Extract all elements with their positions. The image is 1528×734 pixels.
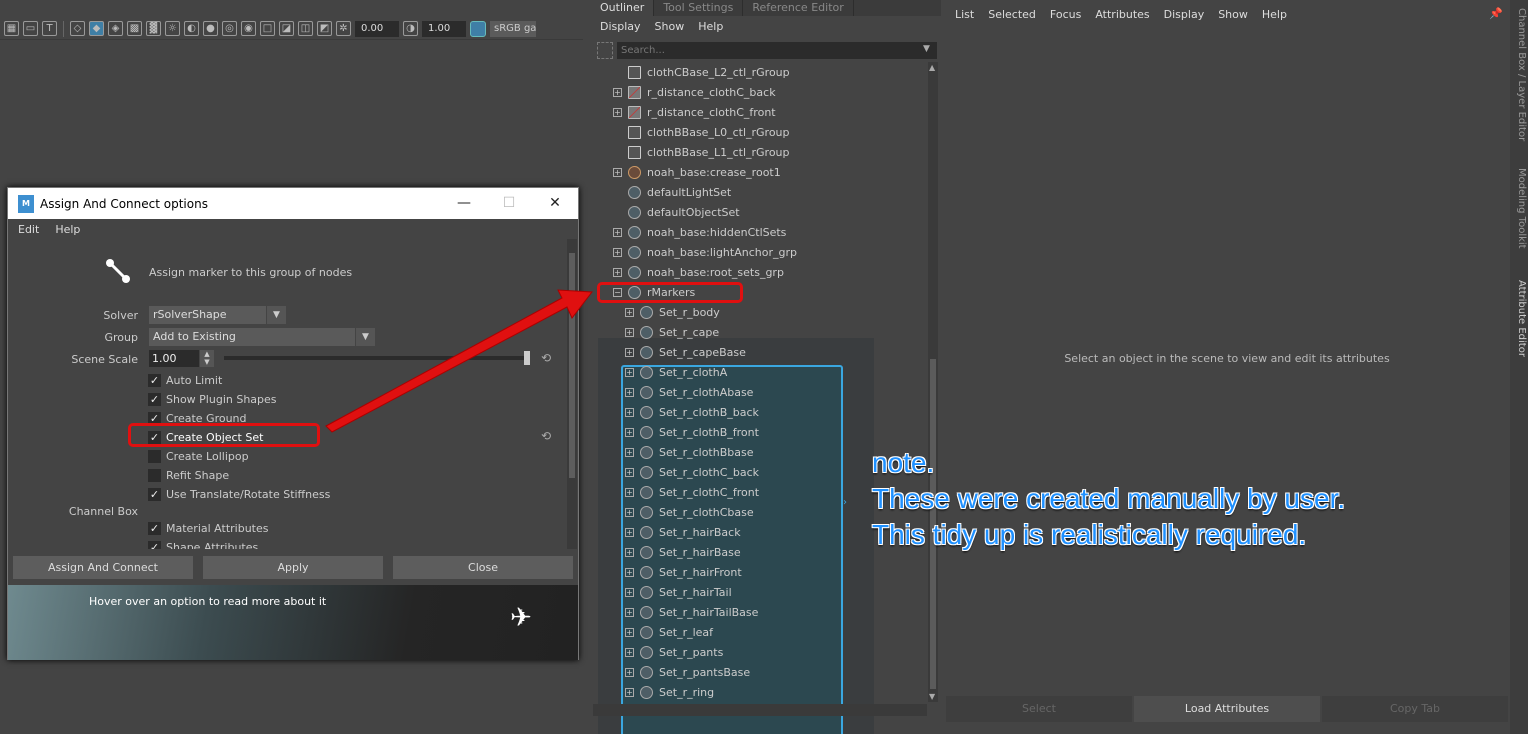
note-line: These were created manually by user. bbox=[872, 483, 1346, 514]
callout-pointer-icon: › bbox=[843, 497, 847, 508]
annotation-arrow bbox=[325, 289, 593, 433]
note-line: This tidy up is realistically required. bbox=[872, 519, 1307, 550]
note-line: note. bbox=[872, 447, 935, 478]
annotation-note: note. These were created manually by use… bbox=[872, 445, 1345, 553]
